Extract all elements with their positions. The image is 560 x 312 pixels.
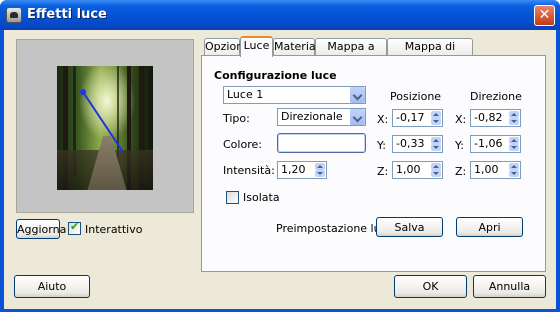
ok-button[interactable]: OK — [394, 275, 467, 298]
isolated-checkbox[interactable] — [226, 191, 239, 204]
interactive-checkbox[interactable] — [68, 220, 81, 235]
position-y-spinner[interactable]: -0,33 — [392, 135, 443, 153]
spin-up-icon[interactable] — [431, 111, 441, 118]
intensity-spinner[interactable]: 1,20 — [277, 161, 327, 179]
spin-up-icon[interactable] — [509, 163, 519, 170]
light-config-title: Configurazione luce — [214, 69, 337, 82]
direction-z-label: Z: — [455, 165, 467, 178]
app-icon — [6, 7, 22, 23]
direction-y-label: Y: — [455, 139, 464, 152]
spin-down-icon[interactable] — [431, 170, 441, 177]
position-x-spinner[interactable]: -0,17 — [392, 109, 443, 127]
help-button[interactable]: Aiuto — [14, 275, 90, 298]
tab-light[interactable]: Luce — [240, 36, 273, 57]
spin-up-icon[interactable] — [315, 163, 325, 170]
direction-header: Direzione — [470, 90, 522, 103]
tab-materials[interactable]: Materiali — [273, 38, 322, 56]
intensity-label: Intensità: — [223, 164, 275, 177]
position-z-label: Z: — [377, 165, 389, 178]
dialog-body: Aggiorna Interattivo Opzioni Luce Materi… — [4, 30, 556, 309]
spin-down-icon[interactable] — [431, 118, 441, 125]
direction-y-spinner[interactable]: -1,06 — [470, 135, 521, 153]
spin-up-icon[interactable] — [509, 137, 519, 144]
close-button[interactable]: ✕ — [534, 5, 555, 26]
light-direction-indicator[interactable] — [57, 66, 153, 190]
spin-down-icon[interactable] — [509, 118, 519, 125]
position-z-spinner[interactable]: 1,00 — [392, 161, 443, 179]
cancel-button[interactable]: Annulla — [473, 275, 546, 298]
interactive-label: Interattivo — [85, 223, 143, 236]
color-label: Colore: — [223, 138, 262, 151]
light-select[interactable]: Luce 1 — [223, 86, 366, 104]
spin-up-icon[interactable] — [431, 137, 441, 144]
spin-down-icon[interactable] — [431, 144, 441, 151]
save-preset-button[interactable]: Salva — [376, 217, 443, 237]
tab-options[interactable]: Opzioni — [204, 38, 246, 56]
refresh-button[interactable]: Aggiorna — [16, 219, 66, 239]
dialog-window: Effetti luce ✕ Aggiorna Interattivo — [0, 0, 560, 312]
color-button[interactable] — [277, 133, 366, 153]
tab-environment-map[interactable]: Mappa di ambiente — [387, 38, 473, 69]
position-header: Posizione — [390, 90, 442, 103]
chevron-down-icon[interactable] — [349, 109, 365, 125]
spin-up-icon[interactable] — [431, 163, 441, 170]
isolated-label: Isolata — [243, 191, 280, 204]
direction-x-label: X: — [455, 113, 467, 126]
direction-z-spinner[interactable]: 1,00 — [470, 161, 521, 179]
open-preset-button[interactable]: Apri — [456, 217, 523, 237]
spin-up-icon[interactable] — [509, 111, 519, 118]
position-y-label: Y: — [377, 139, 386, 152]
preview-area[interactable] — [16, 39, 194, 213]
chevron-down-icon[interactable] — [349, 87, 365, 103]
spin-down-icon[interactable] — [315, 170, 325, 177]
position-x-label: X: — [377, 113, 389, 126]
spin-down-icon[interactable] — [509, 144, 519, 151]
forest-preview-image[interactable] — [57, 66, 153, 190]
direction-x-spinner[interactable]: -0,82 — [470, 109, 521, 127]
tab-bump-map[interactable]: Mappa a sbalzo — [315, 38, 387, 69]
spin-down-icon[interactable] — [509, 170, 519, 177]
type-select[interactable]: Direzionale — [277, 108, 366, 126]
window-title: Effetti luce — [27, 7, 107, 22]
title-bar[interactable]: Effetti luce ✕ — [0, 0, 560, 30]
refresh-button-label: Aggiorna — [17, 223, 67, 236]
type-label: Tipo: — [223, 112, 250, 125]
